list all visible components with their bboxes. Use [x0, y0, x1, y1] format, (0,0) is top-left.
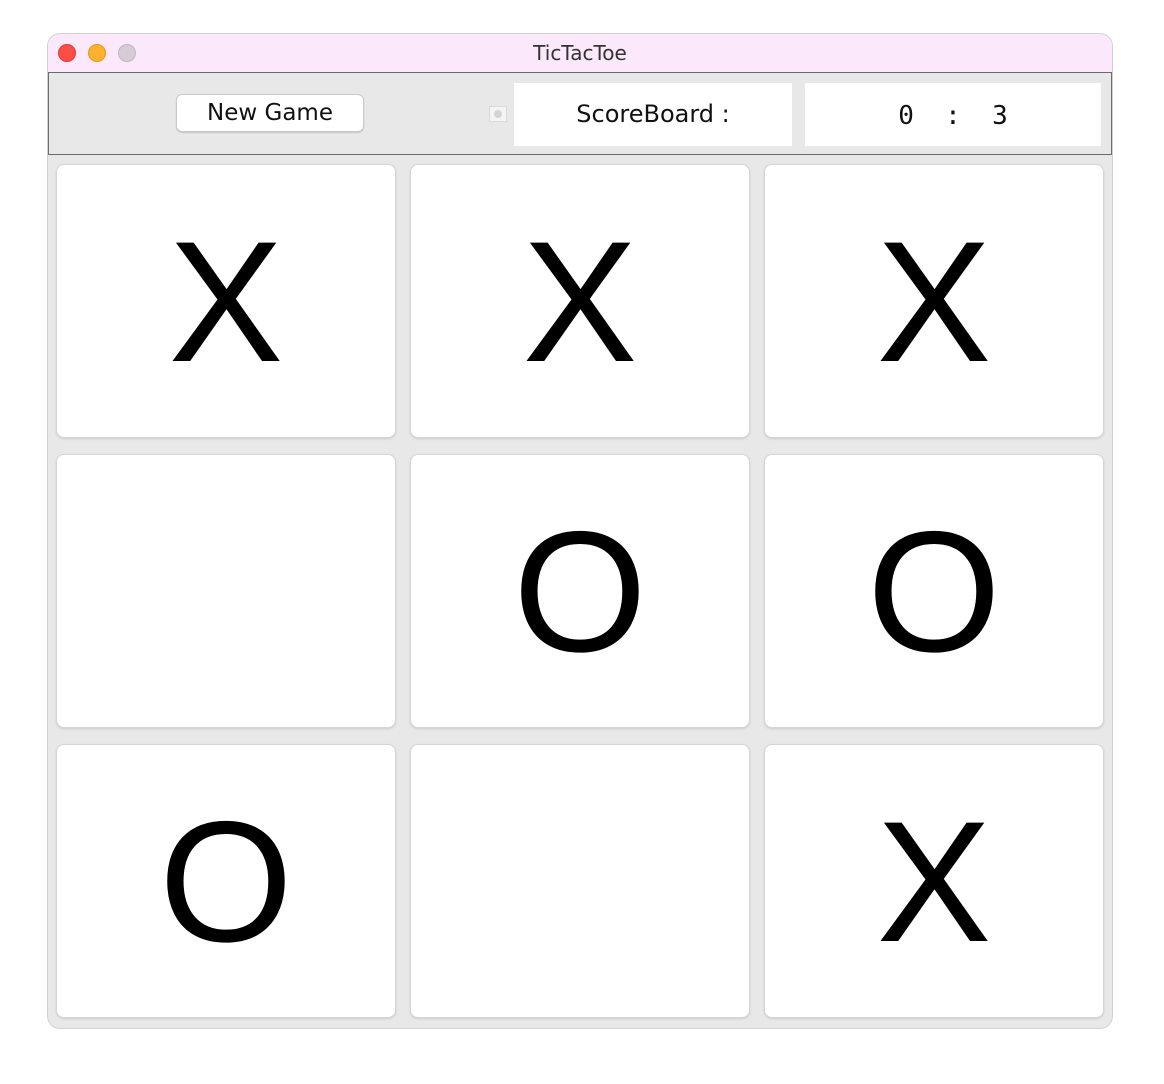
board-cell-4[interactable] — [56, 454, 396, 728]
new-game-button[interactable]: New Game — [176, 94, 364, 132]
scoreboard-label: ScoreBoard : — [514, 83, 792, 146]
toolbar: New Game ScoreBoard : 0 : 3 — [48, 72, 1112, 155]
board-cell-5[interactable]: O — [410, 454, 750, 728]
window-title: TicTacToe — [533, 41, 627, 65]
board-cell-1[interactable]: X — [56, 164, 396, 438]
radio-button[interactable] — [489, 106, 507, 122]
app-window: TicTacToe New Game ScoreBoard : 0 : 3 X … — [48, 34, 1112, 1028]
board-cell-9[interactable]: X — [764, 744, 1104, 1018]
board-cell-2[interactable]: X — [410, 164, 750, 438]
board-cell-6[interactable]: O — [764, 454, 1104, 728]
board-cell-7[interactable]: O — [56, 744, 396, 1018]
score-display: 0 : 3 — [805, 83, 1101, 146]
title-bar[interactable]: TicTacToe — [48, 34, 1112, 72]
board-cell-8[interactable] — [410, 744, 750, 1018]
board-cell-3[interactable]: X — [764, 164, 1104, 438]
game-board: X X X O O O X — [48, 155, 1112, 1028]
